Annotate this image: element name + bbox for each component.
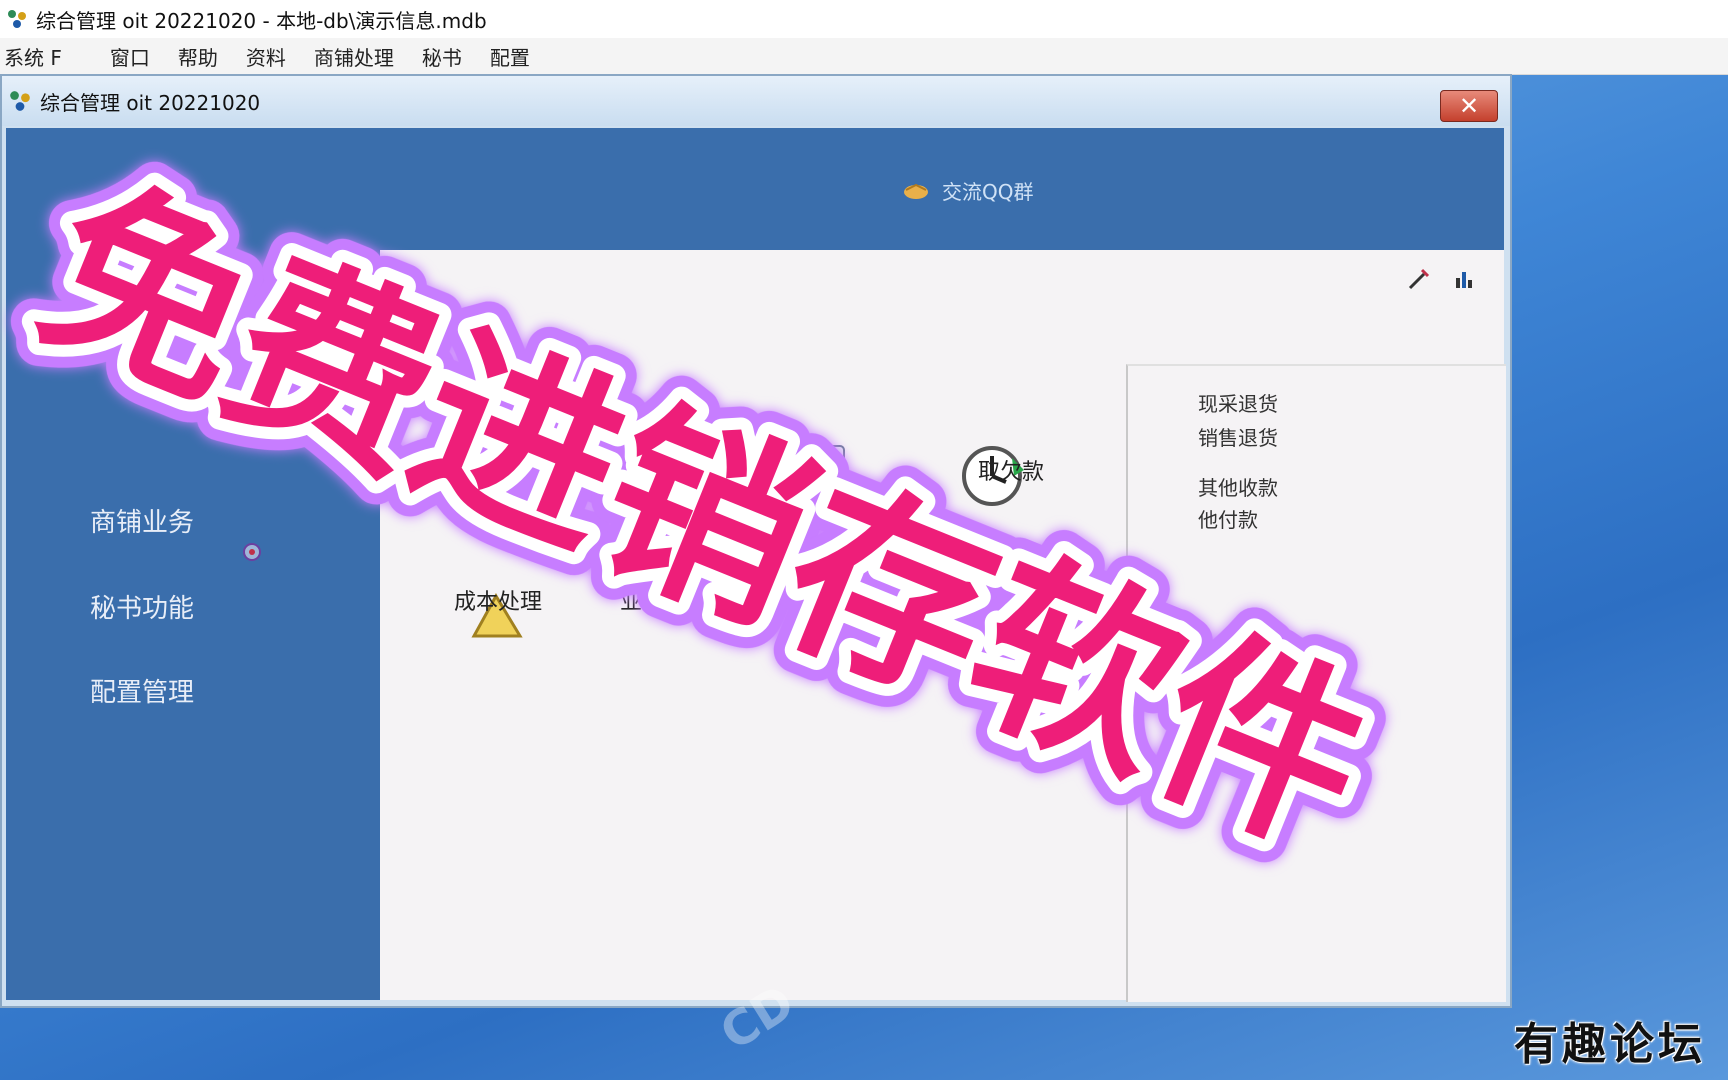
- edit-icon[interactable]: [1406, 266, 1432, 292]
- close-button[interactable]: ✕: [1440, 90, 1498, 122]
- inner-window: 综合管理 oit 20221020 ✕ 交流QQ群 商铺业务 秘书功能 配置管理: [0, 74, 1512, 1008]
- menu-system[interactable]: 系统 F: [0, 42, 76, 71]
- left-nav: 商铺业务 秘书功能 配置管理: [6, 250, 380, 1000]
- nav-item-secretary[interactable]: 秘书功能: [90, 588, 194, 625]
- menu-window[interactable]: 窗口: [96, 42, 164, 71]
- document-icon[interactable]: [794, 442, 850, 484]
- right-panel: 现采退货 销售退货 其他收款 他付款: [1126, 364, 1506, 1002]
- inner-window-title: 综合管理 oit 20221020: [40, 90, 261, 115]
- menubar: 系统 F 窗口 帮助 资料 商铺处理 秘书 配置: [0, 38, 1728, 75]
- close-icon: ✕: [1458, 92, 1480, 120]
- inner-titlebar: 综合管理 oit 20221020 ✕: [2, 76, 1510, 126]
- rp-cash-purchase-return[interactable]: 现采退货: [1198, 388, 1278, 417]
- app-titlebar: 综合管理 oit 20221020 - 本地-db\演示信息.mdb: [0, 0, 1728, 38]
- qq-group-link[interactable]: 交流QQ群: [902, 176, 1033, 205]
- menu-shop-processing[interactable]: 商铺处理: [300, 42, 408, 71]
- rp-sales-return[interactable]: 销售退货: [1198, 422, 1278, 451]
- client-area: 交流QQ群 商铺业务 秘书功能 配置管理 取欠款 成本处理 业务 现采退货 销售…: [6, 128, 1506, 1002]
- nav-item-shop-business[interactable]: 商铺业务: [90, 502, 194, 539]
- menu-config[interactable]: 配置: [476, 42, 544, 71]
- func-get-debt[interactable]: 取欠款: [978, 454, 1044, 486]
- window-logo-icon: [10, 91, 30, 111]
- func-business[interactable]: 业务: [620, 584, 664, 616]
- watermark: 有趣论坛: [1514, 1019, 1706, 1070]
- rp-other-payment[interactable]: 他付款: [1198, 504, 1258, 533]
- rp-other-receipt[interactable]: 其他收款: [1198, 472, 1278, 501]
- qq-group-label: 交流QQ群: [942, 180, 1034, 204]
- app-logo-icon: [8, 10, 26, 28]
- func-cost-processing[interactable]: 成本处理: [454, 584, 542, 616]
- toolbar: [1406, 266, 1476, 292]
- menu-data[interactable]: 资料: [232, 42, 300, 71]
- menu-help[interactable]: 帮助: [164, 42, 232, 71]
- header-banner: 交流QQ群: [6, 128, 1504, 250]
- expand-icon[interactable]: [242, 542, 262, 562]
- nav-item-config[interactable]: 配置管理: [90, 672, 194, 709]
- stats-icon[interactable]: [1450, 266, 1476, 292]
- handshake-icon: [904, 183, 928, 199]
- app-title: 综合管理 oit 20221020 - 本地-db\演示信息.mdb: [36, 8, 487, 33]
- menu-secretary[interactable]: 秘书: [408, 42, 476, 71]
